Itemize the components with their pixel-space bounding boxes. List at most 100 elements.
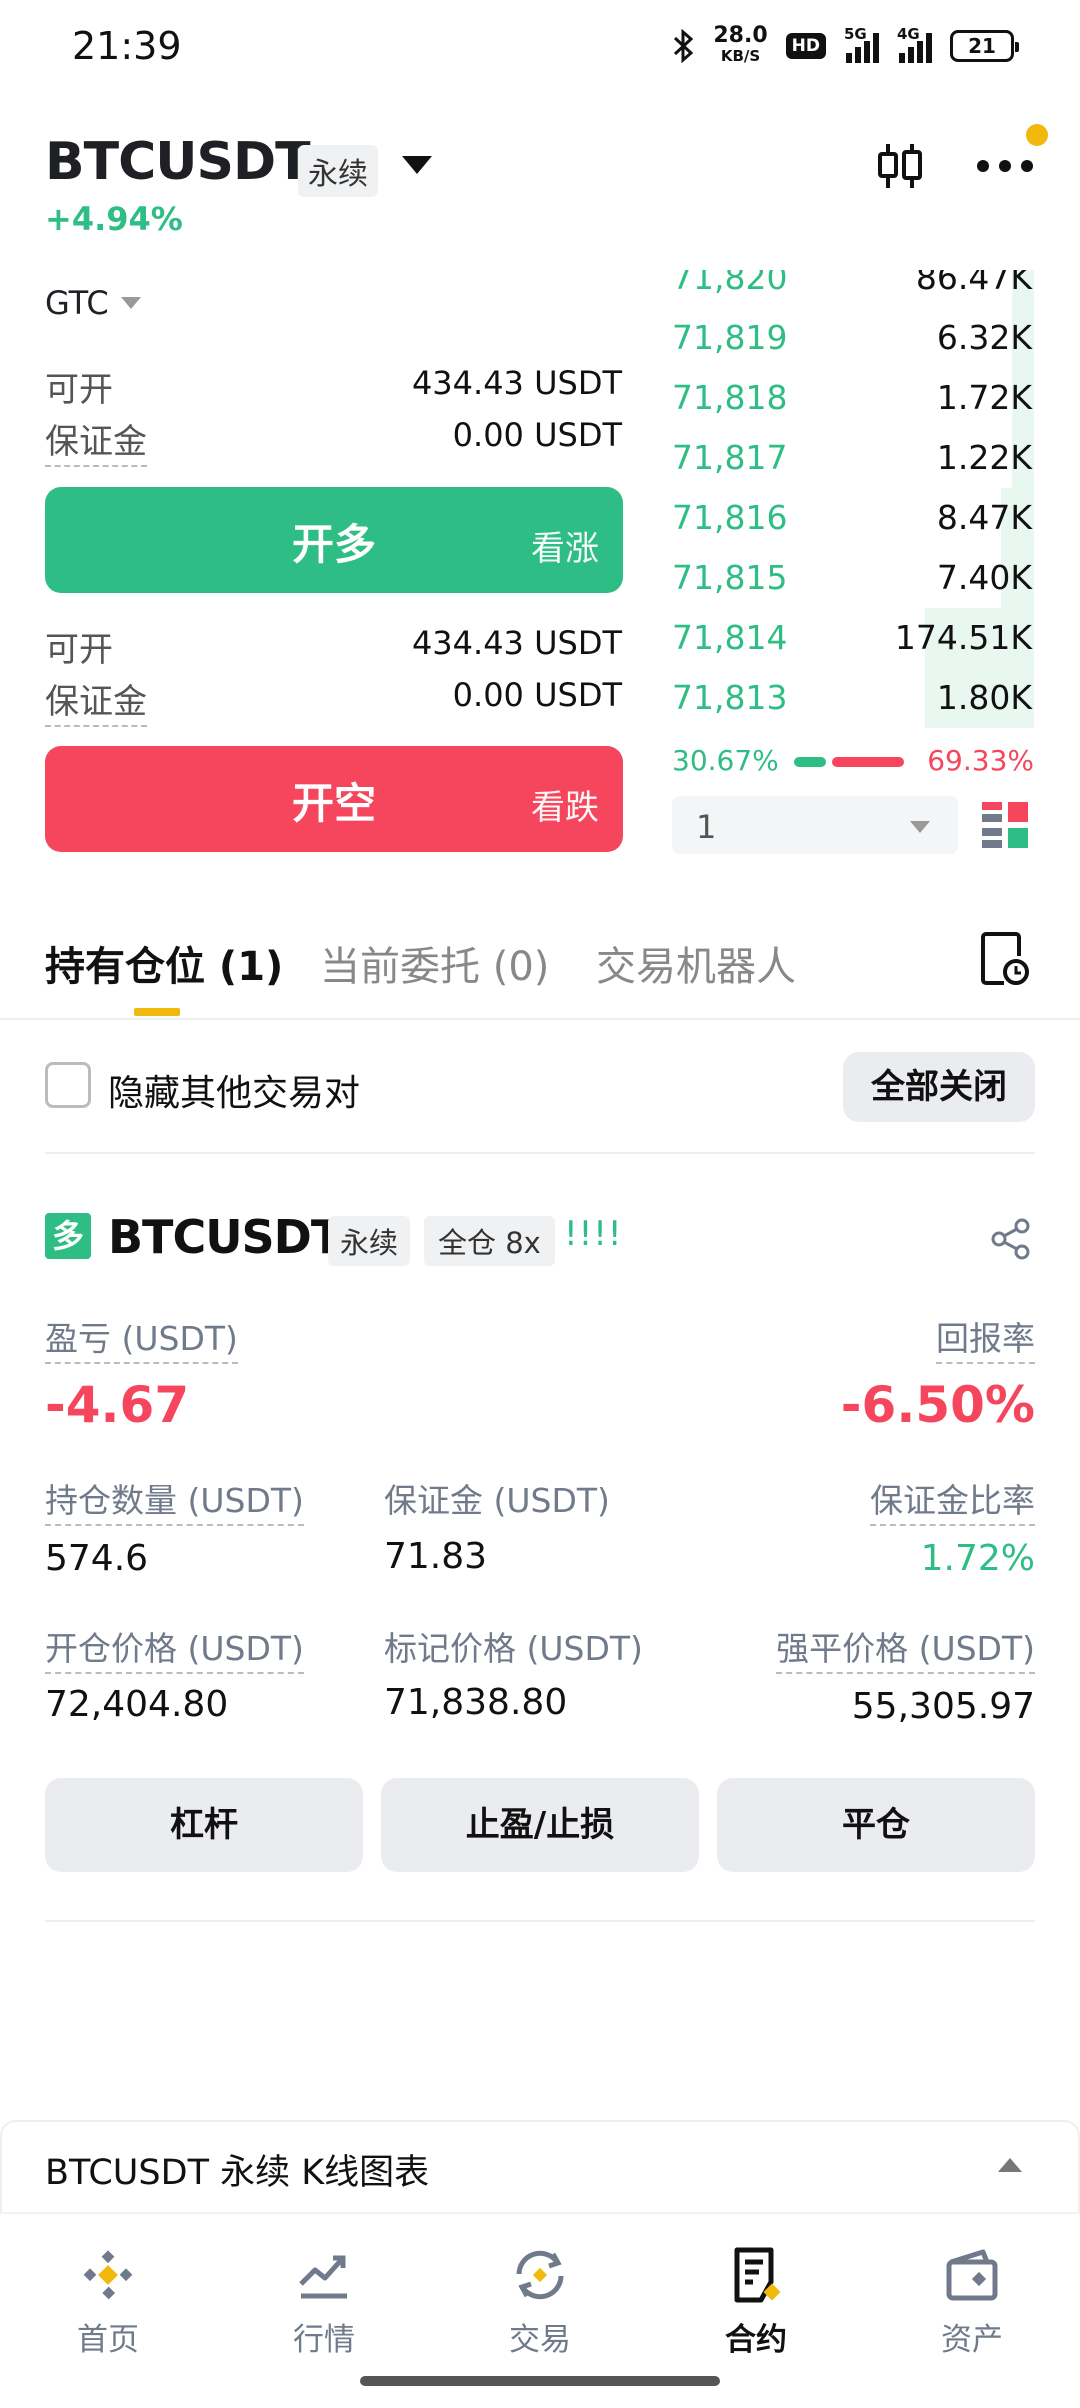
bid-qty: 7.40K bbox=[936, 558, 1032, 597]
short-margin-value: 0.00 USDT bbox=[452, 676, 622, 714]
bid-qty: 6.32K bbox=[936, 318, 1032, 357]
orderbook-row[interactable]: 71,819 6.32K bbox=[672, 308, 1034, 368]
position-symbol[interactable]: BTCUSDT bbox=[108, 1210, 342, 1264]
active-tab-indicator bbox=[134, 1008, 180, 1016]
depth-step-select[interactable]: 1 bbox=[672, 796, 958, 854]
divider bbox=[45, 1920, 1035, 1922]
bid-price: 71,816 bbox=[672, 498, 788, 537]
nav-assets[interactable]: 资产 bbox=[902, 2244, 1042, 2359]
trade-icon bbox=[516, 2250, 564, 2300]
long-margin-value: 0.00 USDT bbox=[452, 416, 622, 454]
orderbook-row[interactable]: 71,814 174.51K bbox=[672, 608, 1034, 668]
pnl-label[interactable]: 盈亏 (USDT) bbox=[45, 1312, 238, 1364]
signal-5g-icon: 5G bbox=[844, 25, 879, 63]
signal-4g-icon: 4G bbox=[897, 25, 932, 63]
time-in-force-select[interactable]: GTC bbox=[45, 284, 141, 322]
open-long-button[interactable]: 开多 看涨 bbox=[45, 487, 623, 593]
bid-qty: 1.80K bbox=[936, 678, 1032, 717]
orderbook-row[interactable]: 71,813 1.80K bbox=[672, 668, 1034, 728]
bluetooth-icon bbox=[674, 29, 694, 63]
chevron-up-icon[interactable] bbox=[998, 2158, 1022, 2172]
chevron-down-icon[interactable] bbox=[402, 156, 432, 174]
tab-trading-bots[interactable]: 交易机器人 bbox=[596, 934, 796, 992]
bid-price: 71,819 bbox=[672, 318, 788, 357]
price-change: +4.94% bbox=[45, 200, 183, 238]
mark-price-label: 标记价格 (USDT) bbox=[384, 1629, 643, 1668]
pair-title[interactable]: BTCUSDT bbox=[45, 132, 311, 192]
nav-markets[interactable]: 行情 bbox=[254, 2244, 394, 2359]
margin-ratio-label[interactable]: 保证金比率 bbox=[870, 1474, 1035, 1526]
more-icon[interactable] bbox=[977, 160, 1033, 174]
notification-dot bbox=[1026, 124, 1048, 146]
buy-ratio-bar bbox=[794, 757, 826, 767]
pnl-value: -4.67 bbox=[45, 1376, 190, 1434]
tab-open-orders[interactable]: 当前委托 (0) bbox=[320, 934, 549, 992]
long-available-value: 434.43 USDT bbox=[411, 364, 622, 402]
open-long-hint: 看涨 bbox=[531, 529, 599, 569]
futures-icon bbox=[734, 2247, 781, 2303]
buy-sell-ratio: 30.67% 69.33% bbox=[672, 744, 1034, 778]
bid-price: 71,814 bbox=[672, 618, 788, 657]
margin-mode-tag[interactable]: 全仓 8x bbox=[424, 1216, 555, 1266]
roe-value: -6.50% bbox=[840, 1376, 1035, 1434]
order-history-icon[interactable] bbox=[980, 930, 1030, 986]
nav-home[interactable]: 首页 bbox=[38, 2244, 178, 2359]
close-position-button[interactable]: 平仓 bbox=[717, 1778, 1035, 1872]
caret-down-icon bbox=[910, 821, 930, 833]
sell-ratio-bar bbox=[832, 757, 904, 767]
entry-price-value: 72,404.80 bbox=[45, 1684, 229, 1725]
size-label[interactable]: 持仓数量 (USDT) bbox=[45, 1474, 304, 1526]
home-icon bbox=[83, 2250, 133, 2300]
leverage-button[interactable]: 杠杆 bbox=[45, 1778, 363, 1872]
margin-ratio-value: 1.72% bbox=[920, 1538, 1035, 1579]
bid-qty: 8.47K bbox=[936, 498, 1032, 537]
status-time: 21:39 bbox=[72, 24, 182, 68]
tab-positions[interactable]: 持有仓位 (1) bbox=[45, 934, 283, 992]
nav-futures-label: 合约 bbox=[725, 2322, 787, 2358]
candlestick-icon[interactable] bbox=[874, 140, 926, 192]
short-margin-label[interactable]: 保证金 bbox=[45, 674, 147, 727]
nav-assets-label: 资产 bbox=[941, 2322, 1003, 2358]
short-available-label: 可开 bbox=[45, 630, 113, 670]
buy-ratio: 30.67% bbox=[672, 744, 779, 777]
long-margin-label[interactable]: 保证金 bbox=[45, 414, 147, 467]
bid-price: 71,820 bbox=[672, 270, 788, 297]
kline-chart-title[interactable]: BTCUSDT 永续 K线图表 bbox=[45, 2144, 429, 2195]
nav-futures[interactable]: 合约 bbox=[686, 2244, 826, 2359]
open-short-button[interactable]: 开空 看跌 bbox=[45, 746, 623, 852]
position-type-tag: 永续 bbox=[328, 1216, 411, 1266]
side-badge: 多 bbox=[45, 1213, 91, 1259]
bid-qty: 1.72K bbox=[936, 378, 1032, 417]
risk-indicator: !!!! bbox=[564, 1214, 623, 1254]
bid-qty: 1.22K bbox=[936, 438, 1032, 477]
contract-type-tag: 永续 bbox=[298, 145, 378, 197]
orderbook-row[interactable]: 71,816 8.47K bbox=[672, 488, 1034, 548]
liq-price-label[interactable]: 强平价格 (USDT) bbox=[776, 1622, 1035, 1674]
status-icons: 28.0 KB/S HD 5G 4G 21 bbox=[673, 23, 1019, 66]
entry-price-label[interactable]: 开仓价格 (USDT) bbox=[45, 1622, 304, 1674]
tab-divider bbox=[0, 1018, 1080, 1020]
hide-others-checkbox[interactable] bbox=[45, 1062, 91, 1108]
mark-price-value: 71,838.80 bbox=[384, 1682, 568, 1723]
margin-value: 71.83 bbox=[384, 1536, 488, 1577]
nav-trade[interactable]: 交易 bbox=[470, 2244, 610, 2359]
home-indicator[interactable] bbox=[360, 2376, 720, 2386]
orderbook-row[interactable]: 71,820 86.47K bbox=[672, 270, 1034, 308]
net-speed: 28.0 KB/S bbox=[713, 23, 768, 66]
orderbook-row[interactable]: 71,818 1.72K bbox=[672, 368, 1034, 428]
wallet-icon bbox=[946, 2249, 998, 2301]
sell-ratio: 69.33% bbox=[927, 744, 1034, 777]
bid-price: 71,818 bbox=[672, 378, 788, 417]
battery-icon: 21 bbox=[950, 30, 1019, 62]
share-icon[interactable] bbox=[990, 1218, 1032, 1260]
roe-label[interactable]: 回报率 bbox=[936, 1312, 1035, 1364]
tp-sl-button[interactable]: 止盈/止损 bbox=[381, 1778, 699, 1872]
open-short-hint: 看跌 bbox=[531, 788, 599, 828]
orderbook-row[interactable]: 71,815 7.40K bbox=[672, 548, 1034, 608]
close-all-button[interactable]: 全部关闭 bbox=[843, 1052, 1035, 1122]
caret-down-icon bbox=[120, 297, 141, 309]
bid-price: 71,815 bbox=[672, 558, 788, 597]
hide-others-label[interactable]: 隐藏其他交易对 bbox=[108, 1064, 360, 1116]
orderbook-layout-icon[interactable] bbox=[982, 802, 1028, 848]
orderbook-row[interactable]: 71,817 1.22K bbox=[672, 428, 1034, 488]
